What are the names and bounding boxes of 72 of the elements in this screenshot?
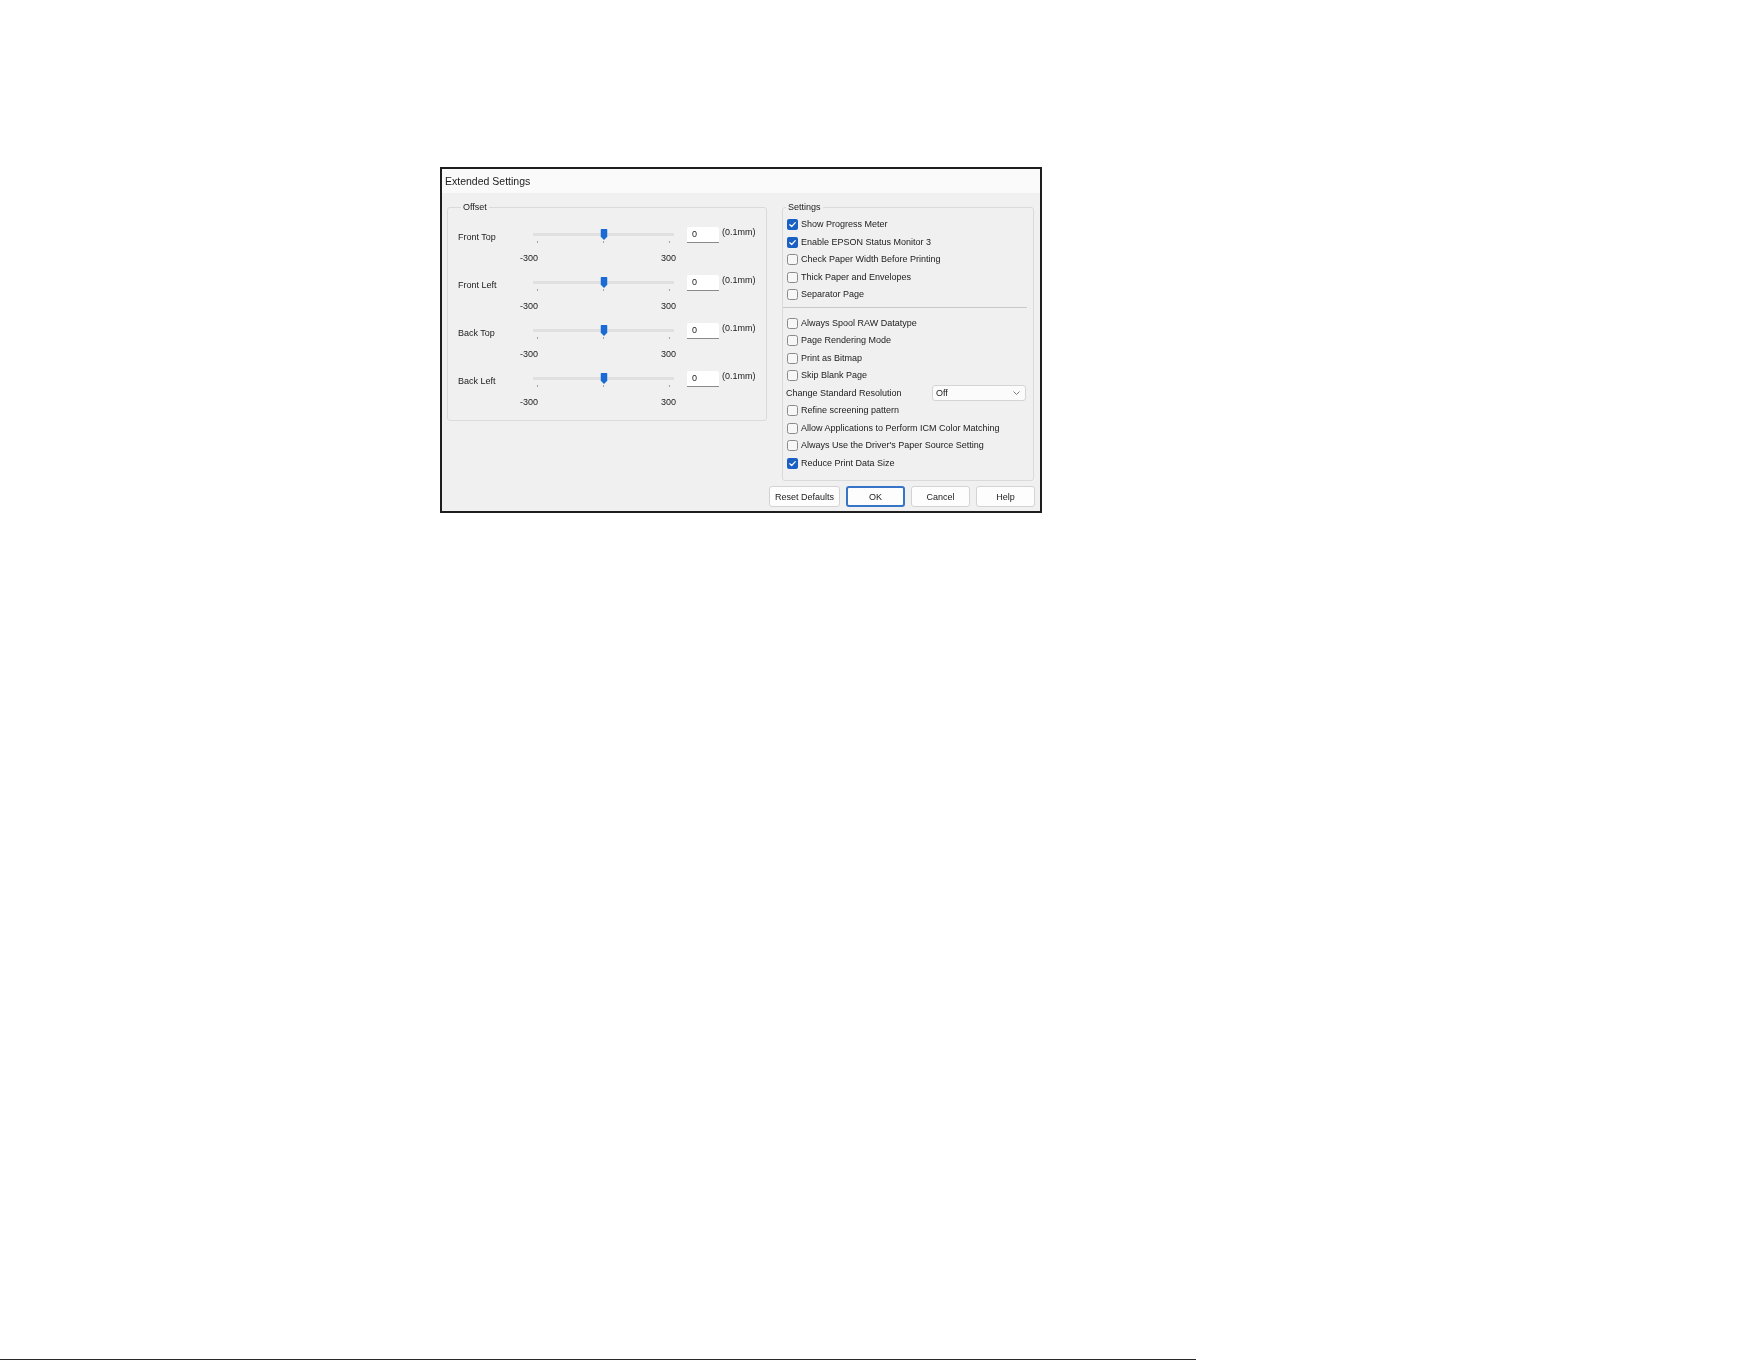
range-max-label: 300 xyxy=(660,301,676,312)
unit-label: (0.1mm) xyxy=(722,227,756,238)
checkbox[interactable] xyxy=(787,422,798,434)
dialog-button[interactable]: Cancel xyxy=(911,486,970,507)
tick-mark xyxy=(669,289,670,291)
slider-label: Front Top xyxy=(458,232,497,243)
checkbox-label[interactable]: Skip Blank Page xyxy=(801,370,868,382)
chevron-down-icon xyxy=(1013,391,1020,396)
tick-mark xyxy=(537,385,538,387)
tick-mark xyxy=(537,337,538,339)
checkbox[interactable] xyxy=(787,271,798,283)
unit-label: (0.1mm) xyxy=(722,275,756,286)
checkbox[interactable] xyxy=(787,289,798,301)
checkbox[interactable] xyxy=(787,440,798,452)
unit-label: (0.1mm) xyxy=(722,371,756,382)
checkbox[interactable] xyxy=(787,254,798,266)
slider-label: Back Top xyxy=(458,328,496,339)
slider-thumb[interactable] xyxy=(600,324,607,336)
slider-thumb[interactable] xyxy=(600,228,607,240)
range-max-label: 300 xyxy=(660,397,676,408)
tick-mark xyxy=(603,289,604,291)
slider-label: Back Left xyxy=(458,376,497,387)
tick-mark xyxy=(537,289,538,291)
unit-label: (0.1mm) xyxy=(722,323,756,334)
tick-mark xyxy=(537,241,538,243)
slider-label: Front Left xyxy=(458,280,498,291)
checkbox-label[interactable]: Allow Applications to Perform ICM Color Matching xyxy=(801,422,1000,434)
input-field[interactable]: 0 xyxy=(687,227,719,243)
checkbox[interactable] xyxy=(787,405,798,417)
checkbox-label[interactable]: Thick Paper and Envelopes xyxy=(801,271,912,283)
checkbox-label[interactable]: Refine screening pattern xyxy=(801,405,900,417)
checkbox-label[interactable]: Enable EPSON Status Monitor 3 xyxy=(801,236,932,248)
checkbox[interactable] xyxy=(787,335,798,347)
tick-mark xyxy=(603,241,604,243)
tick-mark xyxy=(603,337,604,339)
checkbox-label[interactable]: Always Use the Driver's Paper Source Setting xyxy=(801,440,984,452)
checkbox[interactable] xyxy=(787,219,798,231)
dialog-button[interactable]: OK xyxy=(846,486,905,507)
tick-mark xyxy=(669,385,670,387)
checkbox-label[interactable]: Always Spool RAW Datatype xyxy=(801,317,917,329)
checkbox[interactable] xyxy=(787,370,798,382)
checkbox-label[interactable]: Reduce Print Data Size xyxy=(801,457,895,469)
checkbox-label[interactable]: Separator Page xyxy=(801,289,865,301)
input-field[interactable]: 0 xyxy=(687,275,719,291)
dialog-button[interactable]: Reset Defaults xyxy=(768,486,840,507)
checkbox-label[interactable]: Show Progress Meter xyxy=(801,219,888,231)
range-min-label: -300 xyxy=(520,301,538,312)
input-field[interactable]: 0 xyxy=(687,323,719,339)
dialog-button[interactable]: Help xyxy=(976,486,1035,507)
group-title: Offset xyxy=(462,202,488,213)
dropdown[interactable]: Off xyxy=(932,385,1026,402)
checkbox-label[interactable]: Page Rendering Mode xyxy=(801,335,892,347)
dropdown-label: Change Standard Resolution xyxy=(786,387,903,399)
checkbox[interactable] xyxy=(787,457,798,469)
tick-mark xyxy=(669,337,670,339)
checkbox[interactable] xyxy=(787,236,798,248)
checkbox-label[interactable]: Check Paper Width Before Printing xyxy=(801,254,941,266)
window-title: Extended Settings xyxy=(445,174,531,188)
tick-mark xyxy=(603,385,604,387)
slider-thumb[interactable] xyxy=(600,276,607,288)
range-max-label: 300 xyxy=(660,349,676,360)
input-field[interactable]: 0 xyxy=(687,371,719,387)
slider-thumb[interactable] xyxy=(600,372,607,384)
tick-mark xyxy=(669,241,670,243)
range-min-label: -300 xyxy=(520,349,538,360)
checkbox-label[interactable]: Print as Bitmap xyxy=(801,352,863,364)
checkbox[interactable] xyxy=(787,317,798,329)
checkbox[interactable] xyxy=(787,352,798,364)
range-min-label: -300 xyxy=(520,397,538,408)
group-title: Settings xyxy=(787,202,822,213)
range-min-label: -300 xyxy=(520,253,538,264)
range-max-label: 300 xyxy=(660,253,676,264)
